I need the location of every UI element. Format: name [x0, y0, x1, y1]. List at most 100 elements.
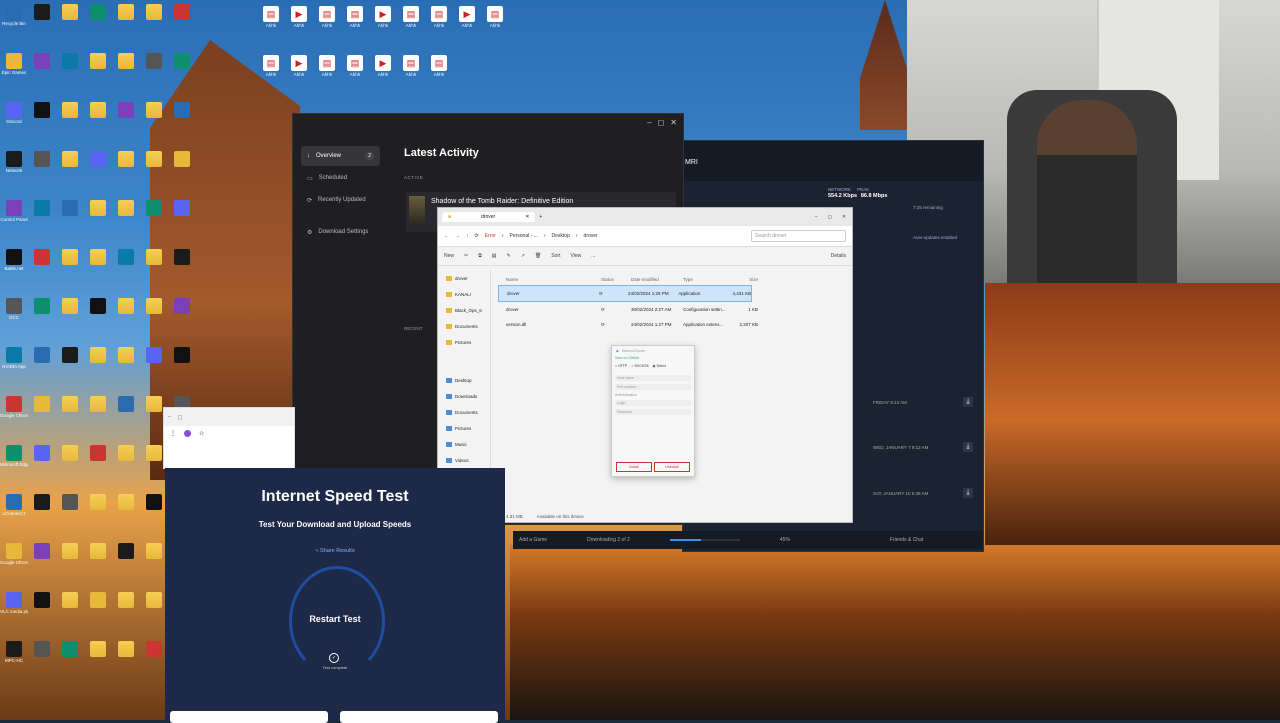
desktop-icon[interactable]: [85, 298, 111, 326]
desktop-icon[interactable]: [85, 200, 111, 228]
share-icon[interactable]: ↗: [521, 253, 525, 259]
desktop-icon[interactable]: [113, 641, 139, 669]
desktop-icon[interactable]: [141, 200, 167, 228]
rename-icon[interactable]: ✎: [507, 253, 511, 259]
desktop-icon[interactable]: [113, 151, 139, 179]
desktop-file-icon[interactable]: ▤ Ahhh: [342, 55, 368, 83]
nav-pane-item[interactable]: Black_Ops_6: [438, 302, 490, 318]
radio-direct[interactable]: ◉ Direct: [653, 364, 666, 368]
desktop-icon[interactable]: [169, 151, 195, 179]
desktop-icon[interactable]: [57, 53, 83, 81]
desktop-icon[interactable]: [85, 53, 111, 81]
desktop-icon[interactable]: Microsoft Edge: [0, 445, 28, 473]
download-icon[interactable]: ⤓: [963, 397, 973, 407]
desktop-icon[interactable]: [113, 592, 139, 620]
desktop-icon[interactable]: [85, 396, 111, 424]
desktop-icon[interactable]: [29, 445, 55, 473]
desktop-icon[interactable]: [85, 445, 111, 473]
desktop-icon[interactable]: [141, 543, 167, 571]
breadcrumb-item[interactable]: Error: [485, 233, 496, 239]
nav-download-settings[interactable]: ⚙ Download Settings: [301, 222, 380, 242]
desktop-file-icon[interactable]: ▤ Ahhh: [482, 6, 508, 34]
desktop-icon[interactable]: [57, 445, 83, 473]
desktop-icon[interactable]: [57, 396, 83, 424]
view-button[interactable]: View: [570, 253, 581, 259]
desktop-icon[interactable]: [169, 102, 195, 130]
desktop-icon[interactable]: [113, 249, 139, 277]
desktop-file-icon[interactable]: ▤ Ahhh: [426, 6, 452, 34]
maximize-button[interactable]: ◻: [177, 414, 182, 421]
desktop-file-icon[interactable]: ▶ Ahhh: [370, 6, 396, 34]
desktop-icon[interactable]: [113, 494, 139, 522]
desktop-icon[interactable]: [169, 347, 195, 375]
desktop-icon[interactable]: [85, 4, 111, 32]
desktop-icon[interactable]: [57, 494, 83, 522]
download-icon[interactable]: ⤓: [963, 488, 973, 498]
desktop-icon[interactable]: [57, 102, 83, 130]
desktop-icon[interactable]: [141, 249, 167, 277]
login-field[interactable]: Login: [615, 400, 691, 406]
desktop-file-icon[interactable]: ▶ Ahhh: [454, 6, 480, 34]
desktop-file-icon[interactable]: ▤ Ahhh: [314, 6, 340, 34]
desktop-icon[interactable]: [29, 4, 55, 32]
desktop-icon[interactable]: [57, 641, 83, 669]
breadcrumb-item[interactable]: Desktop: [552, 233, 570, 239]
desktop-icon[interactable]: [113, 396, 139, 424]
nav-pane-item[interactable]: Downloads: [438, 388, 490, 404]
add-game-button[interactable]: Add a Game: [519, 537, 547, 543]
restart-test-button[interactable]: Restart Test: [165, 614, 505, 624]
desktop-icon[interactable]: [57, 347, 83, 375]
radio-http[interactable]: ○ HTTP: [615, 364, 627, 368]
desktop-file-icon[interactable]: ▤ Ahhh: [258, 6, 284, 34]
desktop-icon[interactable]: [29, 200, 55, 228]
desktop-file-icon[interactable]: ▤ Ahhh: [398, 6, 424, 34]
desktop-icon[interactable]: [57, 200, 83, 228]
maximize-button[interactable]: ◻: [828, 214, 832, 220]
desktop-icon[interactable]: Control Panel: [0, 200, 28, 228]
desktop-icon[interactable]: [85, 102, 111, 130]
desktop-icon[interactable]: [85, 151, 111, 179]
desktop-icon[interactable]: [85, 543, 111, 571]
desktop-icon[interactable]: [113, 445, 139, 473]
desktop-icon[interactable]: Discord: [1, 102, 27, 130]
desktop-icon[interactable]: [57, 592, 83, 620]
radio-socks5[interactable]: ○ SOCKS5: [631, 364, 648, 368]
nav-recently-updated[interactable]: ⟳ Recently Updated: [301, 190, 380, 210]
menu-icon[interactable]: ⋮: [170, 430, 176, 437]
desktop-icon[interactable]: [141, 641, 167, 669]
new-tab-button[interactable]: +: [539, 214, 542, 220]
desktop-icon[interactable]: Google Chrome: [0, 543, 28, 571]
desktop-file-icon[interactable]: ▤ Ahhh: [342, 6, 368, 34]
desktop-icon[interactable]: [141, 53, 167, 81]
share-results-link[interactable]: ⤷ Share Results: [165, 548, 505, 555]
desktop-icon[interactable]: [141, 592, 167, 620]
desktop-icon[interactable]: [113, 347, 139, 375]
desktop-icon[interactable]: [57, 543, 83, 571]
column-date[interactable]: Date modified: [631, 277, 683, 282]
desktop-icon[interactable]: [29, 396, 55, 424]
column-size[interactable]: Size: [728, 277, 758, 282]
breadcrumb-item[interactable]: Personal - ...: [510, 233, 538, 239]
nav-pane-item[interactable]: Documents: [438, 318, 490, 334]
minimize-button[interactable]: –: [168, 414, 171, 420]
desktop-icon[interactable]: [85, 249, 111, 277]
desktop-icon[interactable]: Recycle Bin: [1, 4, 27, 32]
desktop-icon[interactable]: [113, 543, 139, 571]
desktop-file-icon[interactable]: ▶ Ahhh: [286, 55, 312, 83]
desktop-icon[interactable]: Epic Games: [1, 53, 27, 81]
desktop-icon[interactable]: [113, 200, 139, 228]
up-icon[interactable]: ↑: [466, 233, 469, 239]
nav-pane-item[interactable]: Documents: [438, 404, 490, 420]
downloading-text[interactable]: Downloading 2 of 2: [587, 537, 630, 543]
maximize-button[interactable]: ◻: [658, 118, 665, 127]
desktop-icon[interactable]: [141, 347, 167, 375]
desktop-icon[interactable]: [85, 592, 111, 620]
desktop-icon[interactable]: [141, 298, 167, 326]
desktop-icon[interactable]: [141, 494, 167, 522]
password-field[interactable]: Password: [615, 409, 691, 415]
minimize-button[interactable]: –: [647, 118, 651, 127]
desktop-icon[interactable]: [29, 102, 55, 130]
refresh-icon[interactable]: ⟳: [475, 233, 479, 239]
desktop-icon[interactable]: [29, 347, 55, 375]
desktop-file-icon[interactable]: ▶ Ahhh: [370, 55, 396, 83]
